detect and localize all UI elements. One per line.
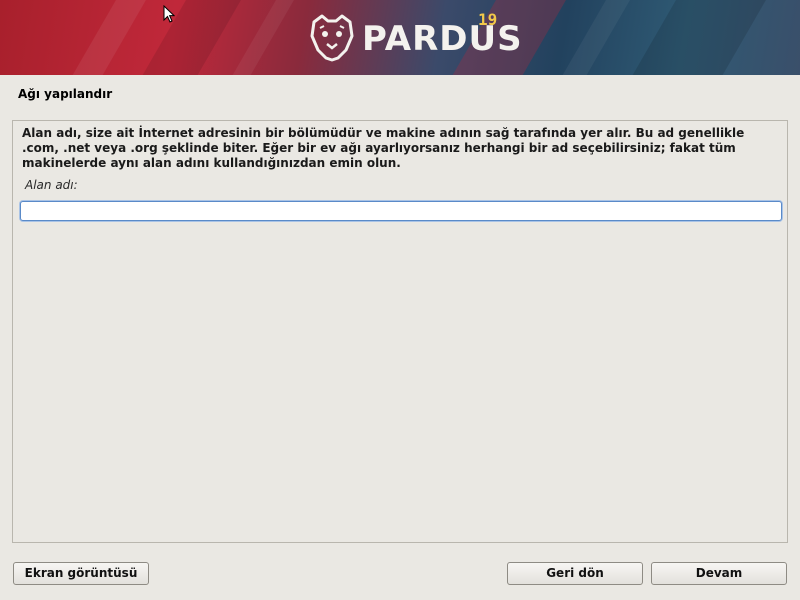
page-title: Ağı yapılandır	[18, 87, 113, 101]
continue-button[interactable]: Devam	[651, 562, 787, 585]
pardus-logo: PARDUS 19	[306, 10, 522, 66]
logo-wordmark: PARDUS	[362, 19, 523, 59]
domain-field-label: Alan adı:	[25, 178, 78, 192]
header-banner: PARDUS 19	[0, 0, 800, 75]
content-panel: Alan adı, size ait İnternet adresinin bi…	[12, 120, 788, 543]
banner-stripe	[612, 0, 778, 75]
description-text: Alan adı, size ait İnternet adresinin bi…	[22, 126, 745, 170]
banner-stripe	[122, 0, 253, 75]
mouse-pointer-icon	[163, 5, 175, 23]
logo-version: 19	[478, 10, 498, 29]
domain-name-input[interactable]	[20, 201, 782, 221]
pardus-leopard-icon	[310, 14, 354, 62]
banner-stripe	[52, 0, 158, 75]
screenshot-button[interactable]: Ekran görüntüsü	[13, 562, 149, 585]
back-button[interactable]: Geri dön	[507, 562, 643, 585]
